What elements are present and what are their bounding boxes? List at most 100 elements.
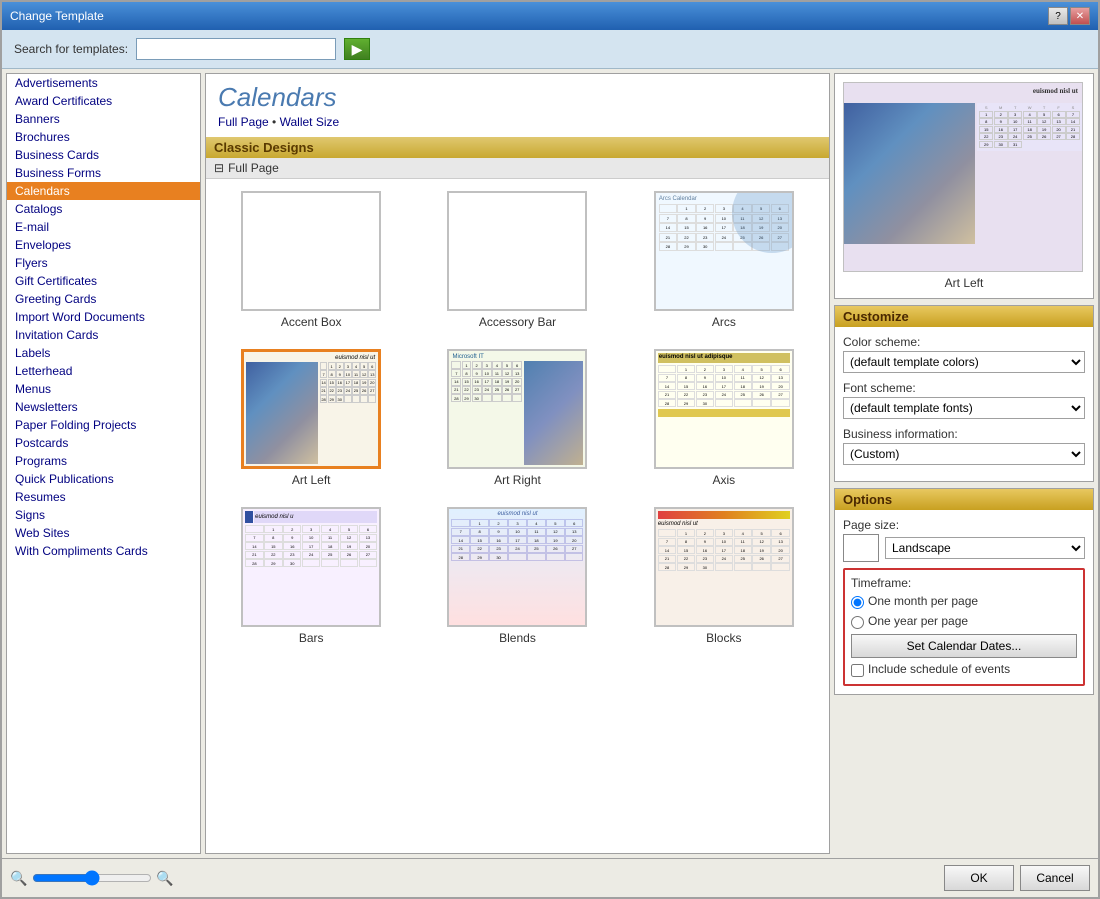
zoom-out-button[interactable]: 🔍 [10, 869, 28, 887]
bottom-bar: 🔍 🔍 OK Cancel [2, 858, 1098, 897]
template-item-blends[interactable]: euismod nisl ut 123456789101112131415161… [420, 503, 614, 649]
radio-one-year-label: One year per page [868, 614, 968, 628]
templates-scroll[interactable]: Accent Box Accessory Bar Arcs Calendar 12… [206, 179, 829, 853]
template-label-art-left: Art Left [292, 473, 331, 487]
sidebar-item-signs[interactable]: Signs [7, 506, 200, 524]
template-thumb-accessory-bar [447, 191, 587, 311]
sidebar-item-flyers[interactable]: Flyers [7, 254, 200, 272]
title-bar-controls: ? ✕ [1048, 7, 1090, 25]
sidebar-item-web-sites[interactable]: Web Sites [7, 524, 200, 542]
wallet-size-link[interactable]: Wallet Size [280, 115, 340, 129]
business-info-row: Business information: (Custom) [843, 427, 1085, 465]
template-thumb-art-left: euismod nisl ut 123456789101112131415161… [241, 349, 381, 469]
radio-one-month[interactable] [851, 596, 864, 609]
template-item-blocks[interactable]: euismod nisl ut 123456789101112131415161… [627, 503, 821, 649]
template-item-accessory-bar[interactable]: Accessory Bar [420, 187, 614, 333]
template-item-axis[interactable]: euismod nisl ut adipisque 12345678910111… [627, 345, 821, 491]
search-input[interactable] [136, 38, 336, 60]
sidebar-item-menus[interactable]: Menus [7, 380, 200, 398]
sidebar-item-labels[interactable]: Labels [7, 344, 200, 362]
sidebar-item-paper-folding[interactable]: Paper Folding Projects [7, 416, 200, 434]
sidebar-item-gift-certificates[interactable]: Gift Certificates [7, 272, 200, 290]
options-title: Options [835, 489, 1093, 510]
color-scheme-select[interactable]: (default template colors) [843, 351, 1085, 373]
timeframe-box: Timeframe: One month per page One year p… [843, 568, 1085, 686]
template-label-axis: Axis [712, 473, 735, 487]
template-label-blends: Blends [499, 631, 536, 645]
customize-section: Customize Color scheme: (default templat… [834, 305, 1094, 482]
right-panel: euismod nisl ut SMTWTFS 1234567 89101112… [834, 73, 1094, 854]
sidebar-item-import-word[interactable]: Import Word Documents [7, 308, 200, 326]
template-thumb-blocks: euismod nisl ut 123456789101112131415161… [654, 507, 794, 627]
sidebar-item-email[interactable]: E-mail [7, 218, 200, 236]
sidebar-item-advertisements[interactable]: Advertisements [7, 74, 200, 92]
template-label-bars: Bars [299, 631, 324, 645]
color-scheme-label: Color scheme: [843, 335, 1085, 349]
center-title: Calendars [218, 82, 817, 113]
page-size-select[interactable]: Landscape [885, 537, 1085, 559]
sidebar-item-invitation-cards[interactable]: Invitation Cards [7, 326, 200, 344]
business-info-label: Business information: [843, 427, 1085, 441]
template-label-accessory-bar: Accessory Bar [479, 315, 556, 329]
sidebar-item-newsletters[interactable]: Newsletters [7, 398, 200, 416]
options-body: Page size: Landscape Timeframe: [835, 510, 1093, 694]
sidebar-item-business-forms[interactable]: Business Forms [7, 164, 200, 182]
sidebar-item-calendars[interactable]: Calendars [7, 182, 200, 200]
preview-image: euismod nisl ut SMTWTFS 1234567 89101112… [843, 82, 1083, 272]
sidebar-item-postcards[interactable]: Postcards [7, 434, 200, 452]
template-thumb-arcs: Arcs Calendar 12345678910111213141516171… [654, 191, 794, 311]
radio-one-month-row: One month per page [851, 594, 1077, 610]
search-label: Search for templates: [14, 42, 128, 56]
radio-one-month-label: One month per page [868, 594, 978, 608]
customize-title: Customize [835, 306, 1093, 327]
sidebar-item-letterhead[interactable]: Letterhead [7, 362, 200, 380]
sidebar-item-award-certificates[interactable]: Award Certificates [7, 92, 200, 110]
full-page-link[interactable]: Full Page [218, 115, 269, 129]
template-item-art-left[interactable]: euismod nisl ut 123456789101112131415161… [214, 345, 408, 491]
sidebar-item-quick-publications[interactable]: Quick Publications [7, 470, 200, 488]
radio-one-year-row: One year per page [851, 614, 1077, 630]
search-bar: Search for templates: ▶ [2, 30, 1098, 69]
radio-one-year[interactable] [851, 616, 864, 629]
sidebar-item-with-compliments[interactable]: With Compliments Cards [7, 542, 200, 560]
window-title: Change Template [10, 9, 104, 23]
bottom-buttons: OK Cancel [944, 865, 1090, 891]
templates-grid: Accent Box Accessory Bar Arcs Calendar 12… [214, 187, 821, 649]
zoom-slider[interactable] [32, 872, 152, 884]
subsection-label: Full Page [228, 161, 279, 175]
business-info-select[interactable]: (Custom) [843, 443, 1085, 465]
ok-button[interactable]: OK [944, 865, 1014, 891]
sidebar-item-brochures[interactable]: Brochures [7, 128, 200, 146]
sidebar-item-business-cards[interactable]: Business Cards [7, 146, 200, 164]
search-button[interactable]: ▶ [344, 38, 370, 60]
sidebar: AdvertisementsAward CertificatesBannersB… [6, 73, 201, 854]
help-button[interactable]: ? [1048, 7, 1068, 25]
search-go-icon: ▶ [352, 41, 363, 58]
sidebar-item-banners[interactable]: Banners [7, 110, 200, 128]
sidebar-item-programs[interactable]: Programs [7, 452, 200, 470]
title-bar: Change Template ? ✕ [2, 2, 1098, 30]
template-label-blocks: Blocks [706, 631, 741, 645]
center-header: Calendars Full Page • Wallet Size [206, 74, 829, 133]
template-thumb-art-right: Microsoft IT 123456789101112131415161718… [447, 349, 587, 469]
sidebar-item-catalogs[interactable]: Catalogs [7, 200, 200, 218]
cancel-button[interactable]: Cancel [1020, 865, 1090, 891]
template-item-arcs[interactable]: Arcs Calendar 12345678910111213141516171… [627, 187, 821, 333]
include-schedule-checkbox[interactable] [851, 664, 864, 677]
options-section: Options Page size: Landscape [834, 488, 1094, 695]
close-button[interactable]: ✕ [1070, 7, 1090, 25]
full-page-subsection: ⊟ Full Page [206, 158, 829, 179]
sidebar-item-greeting-cards[interactable]: Greeting Cards [7, 290, 200, 308]
zoom-in-button[interactable]: 🔍 [156, 869, 174, 887]
template-item-accent-box[interactable]: Accent Box [214, 187, 408, 333]
sidebar-item-resumes[interactable]: Resumes [7, 488, 200, 506]
sidebar-item-envelopes[interactable]: Envelopes [7, 236, 200, 254]
include-schedule-row: Include schedule of events [851, 662, 1077, 678]
template-item-art-right[interactable]: Microsoft IT 123456789101112131415161718… [420, 345, 614, 491]
main-window: Change Template ? ✕ Search for templates… [0, 0, 1100, 899]
set-calendar-dates-button[interactable]: Set Calendar Dates... [851, 634, 1077, 658]
font-scheme-select[interactable]: (default template fonts) [843, 397, 1085, 419]
template-item-bars[interactable]: euismod nisl u 1234567891011121314151617… [214, 503, 408, 649]
collapse-icon: ⊟ [214, 161, 224, 175]
page-size-label: Page size: [843, 518, 1085, 532]
